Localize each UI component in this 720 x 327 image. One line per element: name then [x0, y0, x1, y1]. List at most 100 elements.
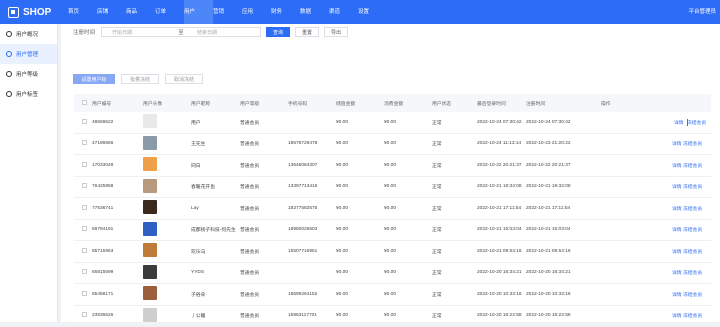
status-cell: 正常 [432, 226, 477, 233]
user-id-cell: 76425858 [90, 184, 143, 189]
status-cell: 正常 [432, 248, 477, 255]
tag-icon [6, 91, 12, 97]
row-checkbox[interactable] [82, 269, 87, 274]
detail-link[interactable]: 详情 [672, 185, 682, 190]
user-id-cell: 56794181 [90, 227, 143, 232]
freeze-member-link[interactable]: 冻结会员 [683, 207, 702, 212]
freeze-member-link[interactable]: 冻结会员 [683, 185, 702, 190]
nav-item-7[interactable]: 财务 [271, 0, 300, 24]
row-checkbox[interactable] [82, 248, 87, 253]
freeze-member-link[interactable]: 冻结会员 [683, 271, 702, 276]
freeze-member-link[interactable]: 冻结会员 [683, 228, 702, 233]
actions-cell: 详情 冻结会员 [672, 291, 720, 298]
column-header: 用户编号 [90, 100, 143, 107]
detail-link[interactable]: 详情 [672, 228, 682, 233]
brand-name: SHOP [23, 7, 51, 18]
reset-button[interactable]: 重置 [295, 27, 319, 37]
table-row: 76425858春暖花开鱼普通会员13397713416¥0.00¥0.00正常… [74, 177, 711, 199]
register-time-cell: 2022-10-20 16:34:21 [526, 270, 601, 275]
nav-item-5[interactable]: 营销 [213, 0, 242, 24]
freeze-member-link[interactable]: 冻结会员 [683, 314, 702, 319]
freeze-member-link[interactable]: 冻结会员 [683, 250, 702, 255]
batch-freeze-button[interactable]: 批量冻结 [121, 74, 159, 84]
sidebar-item-3[interactable]: 用户标签 [0, 84, 57, 104]
table-row: 65815599YYDS普通会员¥0.00¥0.00正常2022-10-20 1… [74, 263, 711, 285]
freeze-member-link[interactable]: 冻结会员 [683, 293, 702, 298]
avatar-cell [143, 179, 191, 195]
row-checkbox[interactable] [82, 162, 87, 167]
register-time-cell: 2022-10-20 16:22:58 [526, 313, 601, 318]
export-button[interactable]: 导出 [324, 27, 348, 37]
detail-link[interactable]: 详情 [672, 142, 682, 147]
row-checkbox[interactable] [82, 312, 87, 317]
freeze-member-link[interactable]: 冻结会员 [687, 121, 706, 126]
nav-item-3[interactable]: 订单 [155, 0, 184, 24]
freeze-member-link[interactable]: 冻结会员 [683, 142, 702, 147]
table-body: 48569622用户普通会员¥0.00¥0.00正常2022-10-24 07:… [74, 112, 711, 327]
detail-link[interactable]: 详情 [672, 120, 686, 126]
column-header: 手机号码 [288, 100, 336, 107]
main-nav: 首页店铺商品订单用户营销应用财务数据渠道设置 [68, 0, 387, 24]
detail-link[interactable]: 详情 [672, 207, 682, 212]
freeze-member-link[interactable]: 冻结会员 [683, 164, 702, 169]
user-id-cell: 47186666 [90, 141, 143, 146]
last-login-cell: 2022-10-20 16:22:58 [477, 313, 526, 318]
nav-item-4[interactable]: 用户 [184, 0, 213, 24]
sidebar-item-2[interactable]: 用户等级 [0, 64, 57, 84]
user-id-cell: 85458171 [90, 292, 143, 297]
date-range-picker[interactable]: 开始日期 至 结束日期 [101, 27, 261, 37]
avatar [143, 243, 157, 257]
nav-item-9[interactable]: 渠道 [329, 0, 358, 24]
row-checkbox[interactable] [82, 226, 87, 231]
table-row: 23836626丿公瞳普通会员15963117701¥0.00¥0.00正常20… [74, 306, 711, 327]
row-checkbox[interactable] [82, 183, 87, 188]
detail-link[interactable]: 详情 [672, 250, 682, 255]
avatar-cell [143, 243, 191, 259]
row-checkbox[interactable] [82, 119, 87, 124]
nav-item-8[interactable]: 数据 [300, 0, 329, 24]
detail-link[interactable]: 详情 [672, 293, 682, 298]
avatar [143, 136, 157, 150]
start-date-input[interactable]: 开始日期 [102, 29, 175, 36]
last-login-cell: 2022-10-22 20:21:37 [477, 163, 526, 168]
nav-item-1[interactable]: 店铺 [97, 0, 126, 24]
account-name[interactable]: 平台管理员 [688, 0, 716, 24]
end-date-input[interactable]: 结束日期 [187, 29, 260, 36]
sidebar-item-label: 用户标签 [16, 90, 38, 98]
level-cell: 普通会员 [240, 162, 288, 169]
detail-link[interactable]: 详情 [672, 271, 682, 276]
balance-cell: ¥0.00 [336, 227, 384, 232]
brand-logo[interactable]: SHOP [8, 0, 51, 24]
detail-link[interactable]: 详情 [672, 164, 682, 169]
row-checkbox[interactable] [82, 291, 87, 296]
table-row: 85715963欢乐马普通会员15507716951¥0.00¥0.00正常20… [74, 241, 711, 263]
balance-cell: ¥0.00 [336, 184, 384, 189]
spent-cell: ¥0.00 [384, 206, 432, 211]
spent-cell: ¥0.00 [384, 227, 432, 232]
table-row: 56794181成都榜子科技-何先生普通会员18980026603¥0.00¥0… [74, 220, 711, 242]
last-login-cell: 2022-10-24 11:13:14 [477, 141, 526, 146]
select-all-checkbox[interactable] [82, 100, 87, 105]
cancel-freeze-button[interactable]: 取消冻结 [165, 74, 203, 84]
column-header: 用户昵称 [191, 100, 240, 107]
sidebar-item-0[interactable]: 用户概况 [0, 24, 57, 44]
nav-item-2[interactable]: 商品 [126, 0, 155, 24]
row-checkbox[interactable] [82, 205, 87, 210]
table-row: 17033049同白普通会员13646084307¥0.00¥0.00正常202… [74, 155, 711, 177]
status-cell: 正常 [432, 140, 477, 147]
set-user-tag-button[interactable]: 设置用户标签 [73, 74, 115, 84]
nav-item-0[interactable]: 首页 [68, 0, 97, 24]
detail-link[interactable]: 详情 [672, 314, 682, 319]
nav-item-6[interactable]: 应用 [242, 0, 271, 24]
sidebar-item-1[interactable]: 用户管理 [0, 44, 57, 64]
spent-cell: ¥0.00 [384, 249, 432, 254]
row-checkbox[interactable] [82, 140, 87, 145]
query-button[interactable]: 查询 [266, 27, 290, 37]
phone-cell: 13646084307 [288, 163, 336, 168]
spent-cell: ¥0.00 [384, 313, 432, 318]
nav-item-10[interactable]: 设置 [358, 0, 387, 24]
nickname-cell: 欢乐马 [191, 248, 240, 255]
filter-bar: 注册时间 开始日期 至 结束日期 查询 重置 导出 [73, 27, 348, 37]
phone-cell: 18699264152 [288, 292, 336, 297]
status-cell: 正常 [432, 312, 477, 319]
